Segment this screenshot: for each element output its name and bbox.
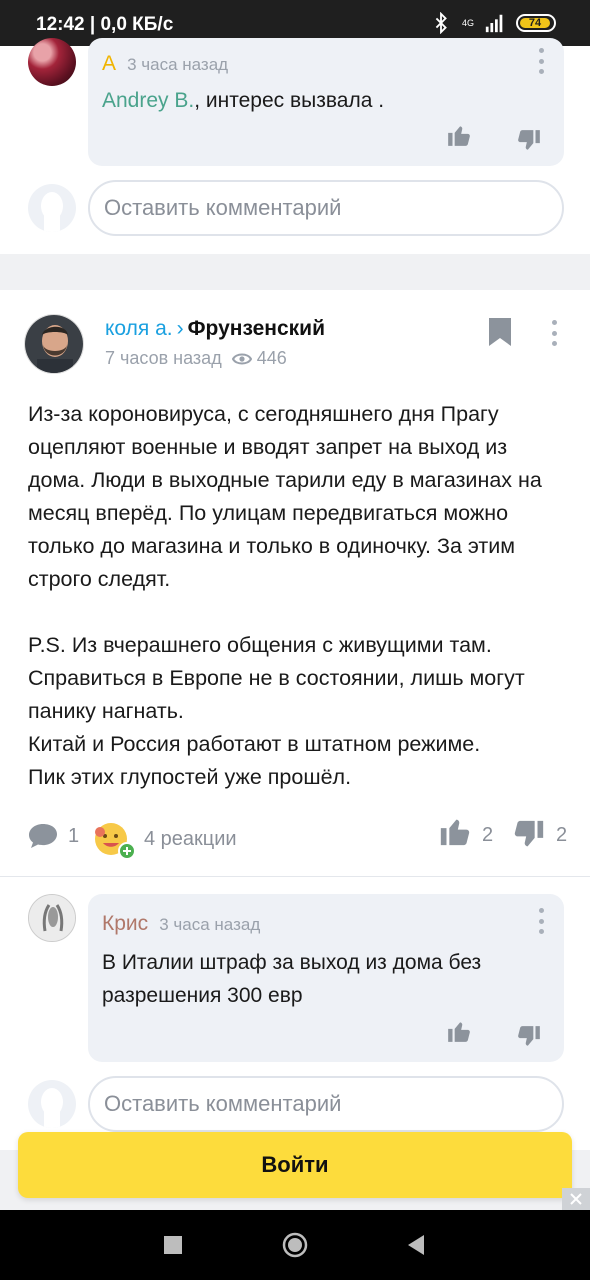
close-icon[interactable] <box>562 1188 590 1210</box>
reactions-button[interactable]: 4 реакции <box>94 822 237 860</box>
thumbs-down-icon[interactable] <box>516 1024 542 1050</box>
post-time: 7 часов назад <box>105 348 222 368</box>
more-options-icon[interactable] <box>551 320 557 346</box>
network-label: 4G <box>461 18 474 28</box>
home-icon[interactable] <box>282 1232 308 1258</box>
reply-text: В Италии штраф за выход из дома без разр… <box>102 951 482 1007</box>
post-author-avatar[interactable] <box>24 314 84 374</box>
battery-icon: 74 <box>516 14 556 32</box>
reply-bubble: Крис 3 часа назад В Италии штраф за выхо… <box>88 894 564 1062</box>
more-options-icon[interactable] <box>538 908 544 934</box>
dislike-button[interactable]: 2 <box>512 818 567 852</box>
reply-text: Andrey B., интерес вызвала . <box>102 84 384 117</box>
user-avatar-placeholder <box>28 184 76 232</box>
reply-header: Крис 3 часа назад <box>102 912 260 936</box>
avatar[interactable] <box>28 894 76 942</box>
post-paragraph: P.S. Из вчерашнего общения с живущими та… <box>28 633 525 723</box>
thumbs-down-icon[interactable] <box>516 128 542 154</box>
views-counter: 446 <box>231 348 287 369</box>
post-meta: 7 часов назад 446 <box>105 348 287 369</box>
user-avatar-placeholder <box>28 1080 76 1128</box>
reply-time: 3 часа назад <box>127 55 229 74</box>
comment-input[interactable]: Оставить комментарий <box>88 1076 564 1132</box>
chevron-right-icon: › <box>176 317 184 340</box>
avatar[interactable] <box>28 38 76 86</box>
post-author-line: коля а. › Фрунзенский <box>105 317 325 341</box>
reply-bubble: А 3 часа назад Andrey B., интерес вызвал… <box>88 38 564 166</box>
more-options-icon[interactable] <box>538 48 544 74</box>
comments-count: 1 <box>68 824 80 847</box>
post-text: Из-за короновируса, с сегодняшнего дня П… <box>28 398 568 794</box>
eye-icon <box>231 353 252 364</box>
post-paragraph: Китай и Россия работают в штатном режиме… <box>28 732 481 756</box>
thumbs-up-icon <box>440 819 470 846</box>
views-count: 446 <box>256 348 287 368</box>
post-paragraph: Из-за короновируса, с сегодняшнего дня П… <box>28 402 542 591</box>
like-button[interactable]: 2 <box>438 814 493 848</box>
reactions-label: 4 реакции <box>144 827 237 850</box>
comments-button[interactable]: 1 <box>28 822 79 850</box>
post-place[interactable]: Фрунзенский <box>188 317 325 340</box>
comment-input-row: Оставить комментарий <box>28 180 564 236</box>
reply-author[interactable]: Крис <box>102 912 148 935</box>
system-nav-bar <box>0 1210 590 1280</box>
post-paragraph: Пик этих глупостей уже прошёл. <box>28 765 352 789</box>
thumbs-down-icon <box>514 820 544 847</box>
signal-icon <box>485 14 503 33</box>
reply-header: А 3 часа назад <box>102 52 228 76</box>
comment-icon <box>29 824 57 848</box>
section-separator <box>0 254 590 290</box>
thumbs-up-icon[interactable] <box>446 122 472 148</box>
post-actions: 1 4 реакции 2 2 <box>28 814 568 860</box>
recent-apps-icon[interactable] <box>164 1236 182 1254</box>
comment-input-row: Оставить комментарий <box>28 1076 564 1132</box>
back-icon[interactable] <box>406 1234 426 1256</box>
reply-text-body: , интерес вызвала . <box>194 89 385 112</box>
reaction-emoji-icon <box>94 822 136 860</box>
login-button[interactable]: Войти <box>18 1132 572 1198</box>
reply-time: 3 часа назад <box>159 915 261 934</box>
comment-input[interactable]: Оставить комментарий <box>88 180 564 236</box>
bluetooth-icon <box>435 12 447 34</box>
reply-author[interactable]: А <box>102 52 116 75</box>
status-icons: 4G 74 <box>430 12 556 34</box>
bookmark-icon[interactable] <box>489 318 511 346</box>
thumbs-up-icon[interactable] <box>446 1018 472 1044</box>
divider <box>0 876 590 877</box>
dislikes-count: 2 <box>556 823 568 846</box>
status-time: 12:42 | 0,0 КБ/с <box>36 14 174 35</box>
post-author-name[interactable]: коля а. <box>105 317 173 340</box>
likes-count: 2 <box>482 823 494 846</box>
mention-link[interactable]: Andrey B. <box>102 89 194 112</box>
battery-level: 74 <box>520 17 550 29</box>
